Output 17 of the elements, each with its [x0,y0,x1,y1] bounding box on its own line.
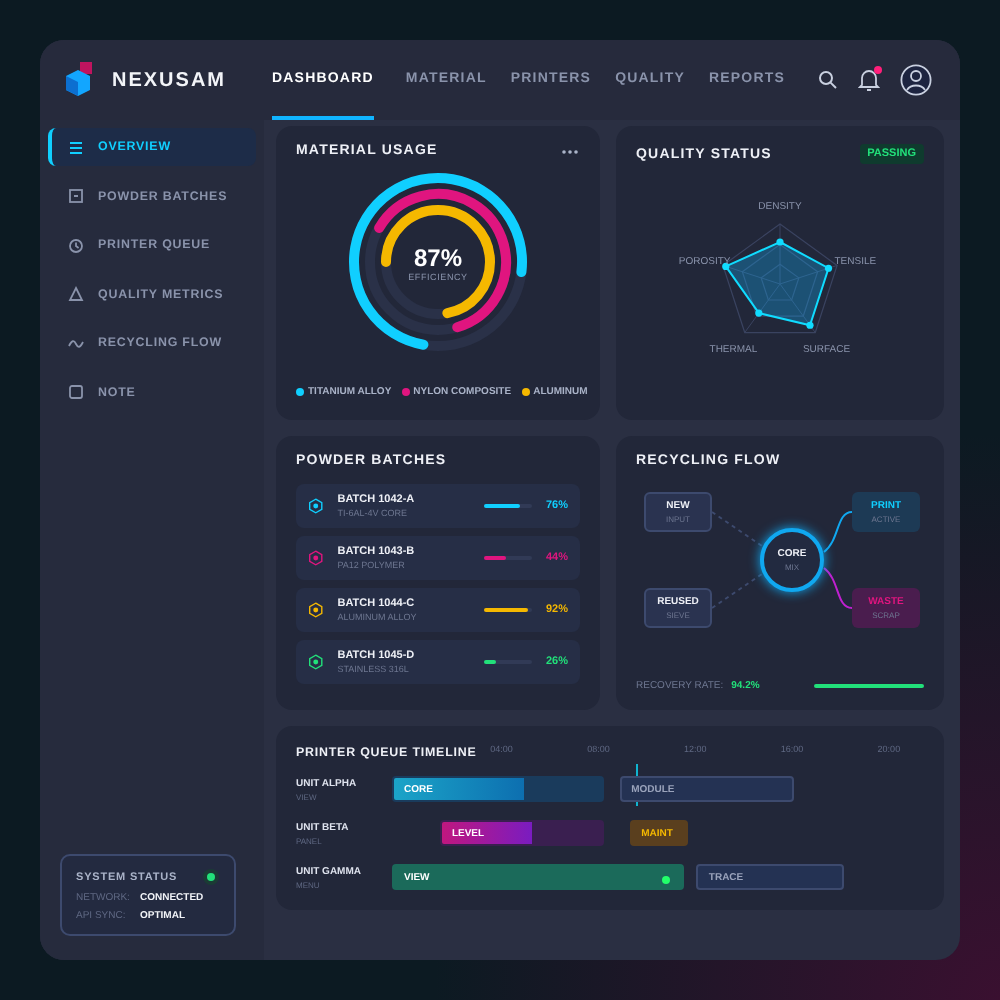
triangle-icon [68,286,84,302]
menu-icon [68,139,84,155]
square-icon [68,384,84,400]
connector-line [711,573,763,609]
cube-logo-icon [64,62,96,98]
brand-name: NEXUSAM [112,69,229,91]
square-box-icon [68,188,84,204]
connector-line [711,511,763,547]
more-icon[interactable] [560,145,580,157]
avatar-icon[interactable] [900,64,932,96]
bell-icon[interactable] [858,68,880,92]
search-icon[interactable] [818,70,838,90]
efficiency-value: 87% [413,243,463,271]
clock-icon [68,237,84,253]
connector-line [823,567,853,609]
wave-icon [68,335,84,351]
connector-line [823,511,853,553]
